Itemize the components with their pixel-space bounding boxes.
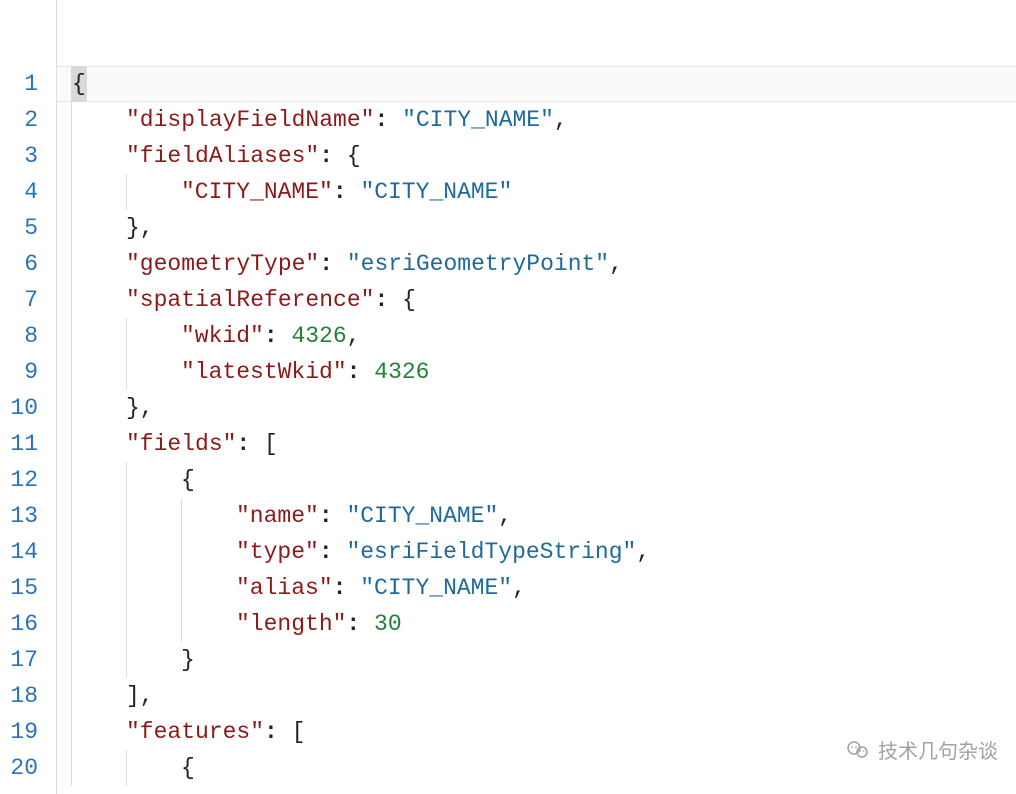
comma: , [636,534,650,570]
colon: : [333,570,347,606]
json-number: 4326 [374,354,429,390]
comma: , [347,318,361,354]
open-bracket: [ [292,714,306,750]
code-area[interactable]: { "displayFieldName": "CITY_NAME", "fiel… [56,0,1016,794]
watermark: 技术几句杂谈 [844,735,998,764]
colon: : [264,714,278,750]
wechat-icon [844,736,872,764]
colon: : [346,606,360,642]
line-number: 1 [0,66,56,102]
colon: : [374,282,388,318]
line-number: 4 [0,174,56,210]
open-brace: { [181,750,195,786]
code-line[interactable]: "name": "CITY_NAME", [57,498,1016,534]
colon: : [347,354,361,390]
open-brace: { [181,462,195,498]
json-key: "features" [126,714,264,750]
colon: : [236,426,250,462]
json-string: "esriFieldTypeString" [346,534,636,570]
line-number: 20 [0,750,56,786]
comma: , [498,498,512,534]
code-line[interactable]: "alias": "CITY_NAME", [57,570,1016,606]
line-number: 2 [0,102,56,138]
json-string: "CITY_NAME" [360,570,512,606]
watermark-text: 技术几句杂谈 [878,735,998,764]
open-brace: { [402,282,416,318]
json-string: "CITY_NAME" [360,174,512,210]
close-brace-comma: }, [126,210,154,246]
close-bracket-comma: ], [126,678,154,714]
line-number: 7 [0,282,56,318]
open-brace: { [347,138,361,174]
comma: , [512,570,526,606]
json-key: "geometryType" [126,246,319,282]
colon: : [319,138,333,174]
colon: : [319,534,333,570]
line-number: 14 [0,534,56,570]
json-key: "CITY_NAME" [181,174,333,210]
code-line[interactable]: "spatialReference": { [57,282,1016,318]
json-key: "spatialReference" [126,282,374,318]
open-brace: { [71,66,87,102]
line-number: 12 [0,462,56,498]
line-number: 15 [0,570,56,606]
code-editor[interactable]: 1 2 3 4 5 6 7 8 9 10 11 12 13 14 15 16 1… [0,0,1016,794]
code-line[interactable]: }, [57,210,1016,246]
comma: , [554,102,568,138]
json-key: "name" [236,498,319,534]
line-number: 8 [0,318,56,354]
open-bracket: [ [264,426,278,462]
json-string: "esriGeometryPoint" [347,246,609,282]
code-line[interactable]: ], [57,678,1016,714]
line-number: 18 [0,678,56,714]
code-line[interactable]: "fieldAliases": { [57,138,1016,174]
code-line[interactable]: } [57,642,1016,678]
code-line[interactable]: { [57,66,1016,102]
line-number: 10 [0,390,56,426]
close-brace: } [181,642,195,678]
colon: : [319,246,333,282]
json-string: "CITY_NAME" [346,498,498,534]
code-line[interactable]: "geometryType": "esriGeometryPoint", [57,246,1016,282]
comma: , [609,246,623,282]
code-lines: { "displayFieldName": "CITY_NAME", "fiel… [57,66,1016,786]
json-key: "latestWkid" [181,354,347,390]
line-number: 11 [0,426,56,462]
line-number: 3 [0,138,56,174]
line-number-gutter: 1 2 3 4 5 6 7 8 9 10 11 12 13 14 15 16 1… [0,0,56,794]
code-line[interactable]: { [57,462,1016,498]
line-number: 19 [0,714,56,750]
line-number: 17 [0,642,56,678]
close-brace-comma: }, [126,390,154,426]
colon: : [374,102,388,138]
colon: : [264,318,278,354]
code-line[interactable]: "latestWkid": 4326 [57,354,1016,390]
colon: : [319,498,333,534]
line-number: 16 [0,606,56,642]
line-number: 9 [0,354,56,390]
json-string: "CITY_NAME" [402,102,554,138]
line-number: 6 [0,246,56,282]
code-line[interactable]: "wkid": 4326, [57,318,1016,354]
line-number: 13 [0,498,56,534]
line-number: 5 [0,210,56,246]
json-number: 30 [374,606,402,642]
code-line[interactable]: "length": 30 [57,606,1016,642]
json-key: "length" [236,606,346,642]
code-line[interactable]: "type": "esriFieldTypeString", [57,534,1016,570]
json-key: "fields" [126,426,236,462]
json-key: "type" [236,534,319,570]
json-key: "wkid" [181,318,264,354]
code-line[interactable]: }, [57,390,1016,426]
code-line[interactable]: "displayFieldName": "CITY_NAME", [57,102,1016,138]
code-line[interactable]: "CITY_NAME": "CITY_NAME" [57,174,1016,210]
json-key: "fieldAliases" [126,138,319,174]
json-number: 4326 [291,318,346,354]
code-line[interactable]: "fields": [ [57,426,1016,462]
colon: : [333,174,347,210]
json-key: "displayFieldName" [126,102,374,138]
json-key: "alias" [236,570,333,606]
